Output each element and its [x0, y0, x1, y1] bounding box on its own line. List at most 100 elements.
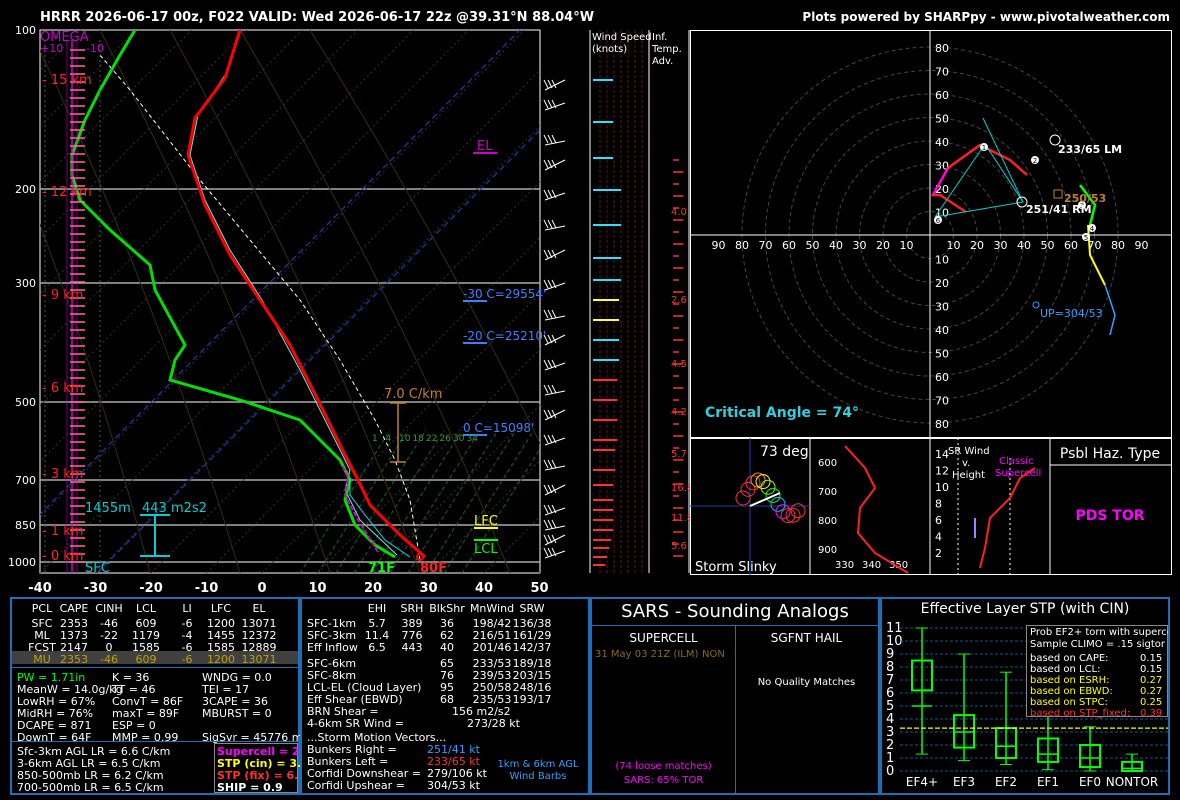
height-label: - 1 km [42, 524, 83, 539]
prob-row-label: based on EBWD: [1030, 686, 1113, 697]
slinky-circle [755, 474, 771, 490]
theta-x-label: 350 [889, 560, 908, 571]
eff-inflow-left: 1455m [85, 501, 131, 516]
hodo-x-label: 60 [782, 239, 796, 252]
hodo-x-label: 90 [712, 239, 726, 252]
temp-tick-label: -10 [195, 581, 219, 596]
wind-barb [543, 434, 566, 446]
pressure-label: 850 [15, 519, 36, 532]
hodo-x-label: 60 [1064, 239, 1078, 252]
slinky-circle [760, 479, 776, 495]
temp-tick-label: 40 [475, 581, 493, 596]
pressure-label: 500 [15, 396, 36, 409]
parcel-cell: 2353 [60, 653, 88, 666]
wind-barb [543, 134, 566, 146]
stp-category: EF1 [1037, 775, 1059, 789]
sfc-temp: 80F [420, 561, 447, 576]
wind-barb [543, 79, 566, 91]
pressure-label: 300 [15, 277, 36, 290]
mixing-ratio-label: 18 [413, 434, 425, 444]
srw46-value: 273/28 kt [467, 717, 520, 730]
temp-adv-value: 2.6 [671, 295, 687, 306]
isotherm-height-label: -20 C=25210' [463, 329, 546, 343]
sars-hail-result: No Quality Matches [757, 677, 856, 688]
wind-speed-title: Wind Speed (knots) [592, 32, 652, 55]
slinky-circle [750, 472, 766, 488]
parcel-header: EL [252, 602, 266, 615]
motion-label: Corfidi Upshear = [307, 779, 405, 792]
divider [12, 741, 298, 742]
wind-barb [543, 219, 566, 231]
prob-row-label: based on STP_fixed: [1030, 708, 1131, 719]
prob-row-value: 0.39 [1140, 708, 1163, 719]
pressure-label: 1000 [8, 556, 36, 569]
theta-y-label: 600 [818, 458, 837, 469]
temp-adv-value: 5.7 [671, 449, 687, 460]
theta-y-label: 900 [818, 545, 837, 556]
svg-text:Height: Height [952, 470, 985, 481]
parcel-header: LI [182, 602, 192, 615]
wind-barb [543, 459, 566, 471]
lower-panels: 73 deg Storm Slinky 600 700 800 900 330 340 350 S… [690, 438, 1172, 575]
sr-wind-y: 6 [935, 514, 942, 527]
temp-tick-label: -40 [28, 581, 52, 596]
index-value: DownT = 64F [17, 731, 92, 744]
prob-sample: Sample CLIMO = .15 sigtor [1030, 639, 1165, 650]
hodo-y-label: 80 [935, 418, 949, 431]
temp-tick-label: 50 [530, 581, 548, 596]
parcel-cell: MU [33, 653, 51, 666]
prob-row-label: based on STPC: [1030, 697, 1108, 708]
svg-text:4: 4 [1090, 225, 1095, 233]
wind-barb [543, 334, 566, 346]
temp-tick-label: -20 [139, 581, 163, 596]
sars-supercell: SUPERCELL [629, 631, 698, 645]
pressure-label: 700 [15, 474, 36, 487]
parcel-header: CINH [95, 602, 123, 615]
wind-barb [543, 99, 566, 111]
prob-row-value: 0.25 [1140, 697, 1163, 708]
parcel-cell: 1200 [207, 653, 235, 666]
omega-left: +10 [40, 42, 63, 55]
hodo-x-label: 40 [1017, 239, 1031, 252]
pressure-label: 200 [15, 183, 36, 196]
omega-right: -10 [86, 42, 104, 55]
hodo-y-label: 60 [935, 89, 949, 102]
mixing-ratio-label: 4 [386, 434, 392, 444]
hodo-x-label: 20 [876, 239, 890, 252]
haz-value: PDS TOR [1075, 508, 1144, 524]
parcel-panel: PCL CAPE CINH LCL LI LFC EL SFC 2353 -46 609 -6 1200… [10, 597, 326, 795]
hodo-x-label: 10 [947, 239, 961, 252]
eff-inflow-right: 443 m2s2 [142, 501, 207, 516]
height-label: - 9 km [42, 288, 83, 303]
prob-row-label: based on CAPE: [1030, 653, 1109, 664]
sr-wind-y: 8 [935, 498, 942, 511]
wind-barb [543, 484, 566, 496]
theta-x-label: 330 [835, 560, 854, 571]
sr-wind-y: 10 [935, 481, 949, 494]
mixing-ratio-label: 22 [426, 434, 437, 444]
hodo-x-label: 20 [970, 239, 984, 252]
stp-category: EF4+ [906, 775, 938, 789]
height-label: - 15 km [42, 73, 92, 88]
composite-index: SHIP = 0.9 [217, 781, 283, 794]
temp-tick-label: -30 [84, 581, 108, 596]
hodo-y-label: 40 [935, 136, 949, 149]
mixing-ratio-label: 1 [372, 434, 378, 444]
stp-category: EF0 [1079, 775, 1101, 789]
svg-text:v.: v. [962, 458, 970, 469]
theta-y-label: 800 [818, 516, 837, 527]
height-label: - 12 km [42, 185, 92, 200]
stp-y-label: 0 [886, 764, 894, 779]
temp-tick-label: 20 [364, 581, 382, 596]
temp-adv-value: 4.2 [671, 407, 687, 418]
mixing-ratio-label: 30 [453, 434, 465, 444]
sars-title: SARS - Sounding Analogs [621, 601, 849, 622]
slinky-deg: 73 deg [760, 444, 809, 460]
wind-barb [543, 249, 566, 261]
prob-row-label: based on ESRH: [1030, 675, 1110, 686]
kin-header: BlkShr [429, 602, 465, 615]
temp-adv-value: 4.0 [671, 207, 687, 218]
parcel-cell: -46 [100, 653, 118, 666]
prob-row-value: 0.15 [1140, 664, 1163, 675]
kin-header: SRW [519, 602, 545, 615]
